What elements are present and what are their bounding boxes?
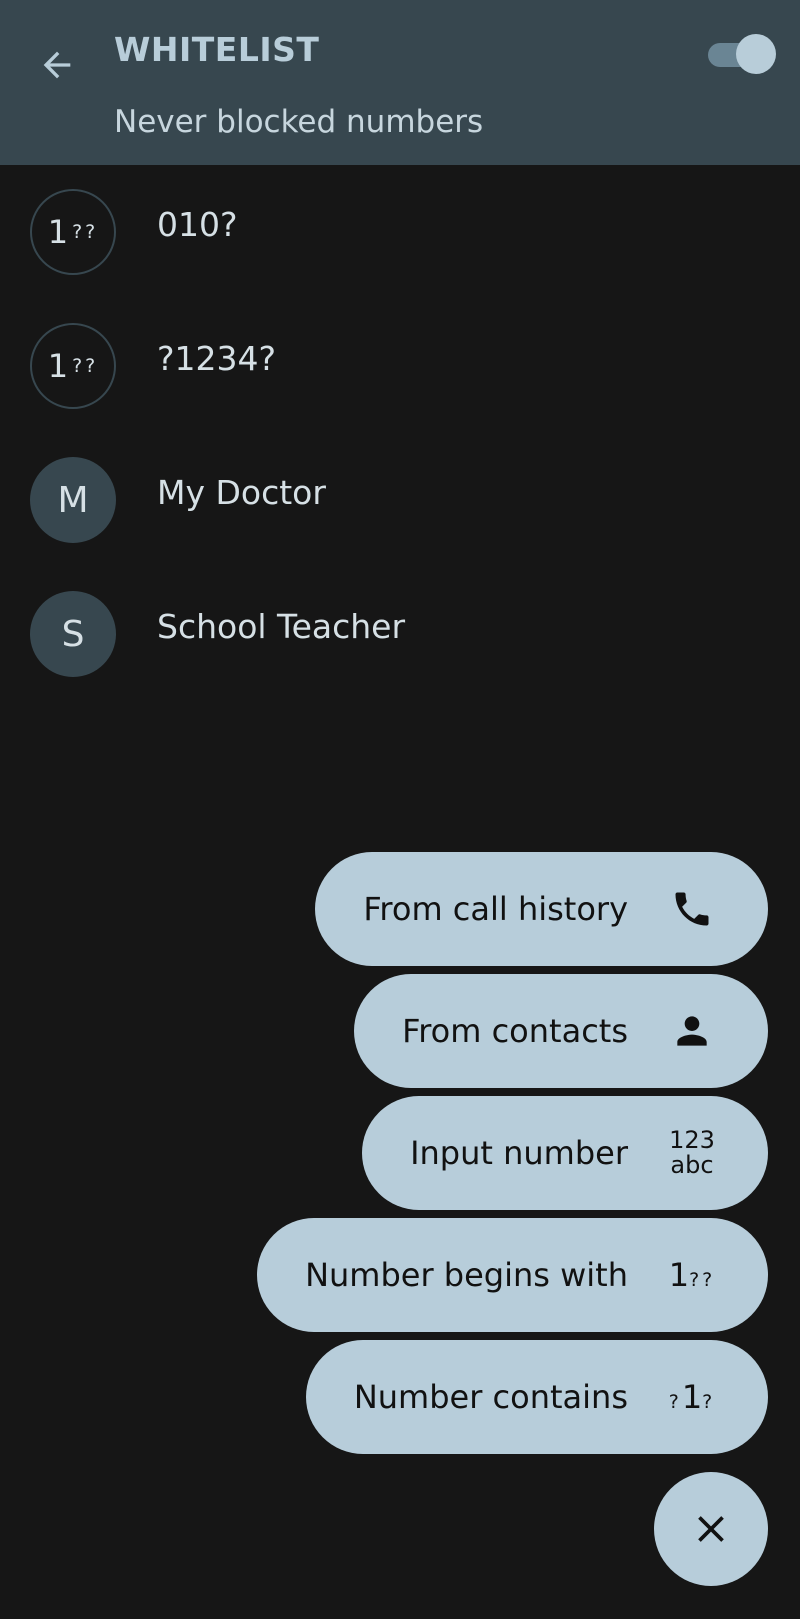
begins-with-icon: 1??	[669, 1256, 716, 1294]
list-item[interactable]: 1?? ?1234?	[0, 299, 800, 433]
icon-digit: 1	[681, 1378, 703, 1416]
avatar-wildcards: ??	[72, 221, 99, 243]
icon-wildcard-post: ?	[702, 1391, 716, 1413]
person-icon	[677, 1016, 707, 1046]
page-subtitle: Never blocked numbers	[114, 104, 484, 140]
input-number-button[interactable]: Input number 123 abc	[362, 1096, 768, 1210]
action-label: From contacts	[402, 1012, 628, 1050]
list-item-label: My Doctor	[157, 473, 326, 512]
icon-digit: 1	[668, 1256, 690, 1294]
speed-dial-menu: From call history From contacts Input nu…	[257, 852, 768, 1454]
list-item[interactable]: 1?? 010?	[0, 165, 800, 299]
from-call-history-button[interactable]: From call history	[315, 852, 768, 966]
action-label: Number begins with	[305, 1256, 628, 1294]
contains-icon: ?1?	[669, 1378, 716, 1416]
keypad-text-icon: 123 abc	[669, 1128, 715, 1178]
phone-icon	[675, 892, 709, 926]
list-item-label: School Teacher	[157, 607, 406, 646]
app-bar: WHITELIST Never blocked numbers	[0, 0, 800, 165]
icon-line-letters: abc	[670, 1151, 714, 1179]
avatar-wildcards: ??	[72, 355, 99, 377]
list-item[interactable]: S School Teacher	[0, 567, 800, 701]
letter-avatar: S	[30, 591, 116, 677]
list-item-label: 010?	[157, 205, 238, 244]
list-item[interactable]: M My Doctor	[0, 433, 800, 567]
whitelist-toggle[interactable]	[706, 34, 776, 74]
number-contains-button[interactable]: Number contains ?1?	[305, 1340, 768, 1454]
letter-avatar: M	[30, 457, 116, 543]
toggle-thumb	[736, 34, 776, 74]
whitelist-screen: WHITELIST Never blocked numbers 1?? 010?…	[0, 0, 800, 1619]
pattern-avatar: 1??	[30, 189, 116, 275]
from-contacts-button[interactable]: From contacts	[354, 974, 768, 1088]
action-label: Input number	[410, 1134, 628, 1172]
icon-wildcards: ??	[689, 1269, 716, 1291]
whitelist-list: 1?? 010? 1?? ?1234? M My Doctor S School…	[0, 165, 800, 701]
number-begins-with-button[interactable]: Number begins with 1??	[257, 1218, 768, 1332]
back-button[interactable]	[32, 40, 82, 90]
close-speed-dial-button[interactable]	[654, 1472, 768, 1586]
avatar-digit: 1	[47, 213, 69, 251]
icon-wildcard-pre: ?	[668, 1391, 682, 1413]
list-item-label: ?1234?	[157, 339, 277, 378]
pattern-avatar: 1??	[30, 323, 116, 409]
page-title: WHITELIST	[114, 30, 320, 69]
avatar-digit: 1	[47, 347, 69, 385]
action-label: Number contains	[353, 1378, 628, 1416]
close-icon	[698, 1516, 724, 1542]
arrow-left-icon	[43, 51, 71, 79]
action-label: From call history	[363, 890, 628, 928]
icon-line-digits: 123	[669, 1126, 715, 1154]
